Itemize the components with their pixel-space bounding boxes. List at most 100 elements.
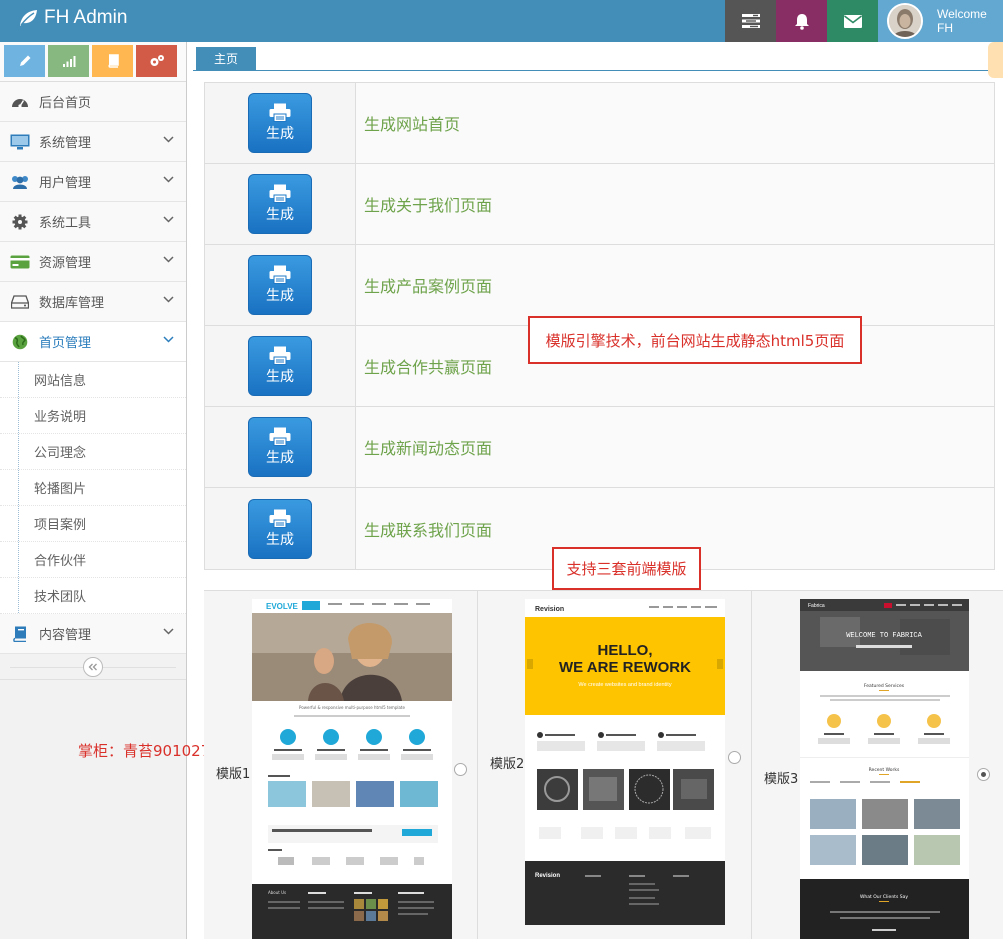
template-2-preview[interactable]: Revision HELLO, WE ARE REWORK We create … [525,599,725,925]
template-2-brand: Revision [535,606,564,613]
users-icon [10,172,30,192]
tab-home[interactable]: 主页 [196,47,256,70]
chevron-down-icon [163,216,174,223]
template-radio[interactable] [454,763,467,776]
menu-item-content[interactable]: 内容管理 [0,614,186,654]
submenu-item[interactable]: 轮播图片 [0,470,186,506]
homepage-submenu: 网站信息 业务说明 公司理念 轮播图片 项目案例 合作伙伴 技术团队 [0,362,186,614]
submenu-item[interactable]: 网站信息 [0,362,186,398]
brand-title: FH Admin [44,7,128,28]
submenu-item[interactable]: 技术团队 [0,578,186,614]
credit-card-icon [10,252,30,272]
template-chooser: 模版1 EVOLVE Powerful & responsive multi-p… [204,590,1003,939]
pencil-icon [19,55,30,66]
signal-icon [62,56,75,67]
shortcut-cogs-button[interactable] [136,45,177,77]
chevron-down-icon [163,176,174,183]
tasks-icon [741,14,760,28]
template-label: 模版1 [216,767,251,782]
table-row: 生成 生成关于我们页面 [205,164,994,245]
generate-row-label: 生成产品案例页面 [356,245,994,325]
chevron-down-icon [163,136,174,143]
submenu-item[interactable]: 合作伙伴 [0,542,186,578]
menu-item-dashboard[interactable]: 后台首页 [0,82,186,122]
generate-row-label: 生成网站首页 [356,83,994,163]
shortcut-book-button[interactable] [92,45,133,77]
top-navbar: FH Admin Welcome FH [0,0,1003,42]
template-3-section-2: Recent Works [869,767,900,773]
template-3-hero: WELCOME TO FABRICA [846,632,922,640]
template-radio[interactable] [728,751,741,764]
template-3-brand: Fabrica [808,603,825,609]
shortcut-signal-button[interactable] [48,45,89,77]
menu-item-tools[interactable]: 系统工具 [0,202,186,242]
welcome-text: Welcome [937,7,987,21]
template-3-section-3: What Our Clients Say [860,894,908,900]
chevron-down-icon [163,628,174,635]
menu-label: 用户管理 [39,176,92,191]
sidebar: 后台首页 系统管理 用户管理 系统工具 资源管理 数据库管理 首页管理 网站信息… [0,42,187,939]
leaf-icon [20,10,37,26]
template-1-brand: EVOLVE [266,602,299,611]
collapse-sidebar-button[interactable] [83,656,103,677]
menu-item-system[interactable]: 系统管理 [0,122,186,162]
generate-button-label: 生成 [266,369,294,385]
template-label: 模版3 [764,772,799,787]
template-option-3: 模版3 Fabrica WELCOME TO FABRICA Featured … [752,591,1003,939]
shortcuts-bar [0,42,186,82]
template-1-footer: About Us [268,890,286,895]
print-icon [269,103,291,122]
menu-label: 系统管理 [39,136,92,151]
generate-button[interactable]: 生成 [248,255,312,315]
generate-button[interactable]: 生成 [248,498,312,559]
template-2-subtitle: We create websites and brand identity [578,682,671,688]
template-3-preview[interactable]: Fabrica WELCOME TO FABRICA Featured Serv… [800,599,969,939]
envelope-icon [843,14,862,28]
user-menu[interactable]: Welcome FH [878,0,1003,42]
template-radio[interactable] [977,768,990,781]
submenu-item[interactable]: 公司理念 [0,434,186,470]
chevron-down-icon [163,336,174,343]
cogs-icon [150,55,164,66]
template-option-1: 模版1 EVOLVE Powerful & responsive multi-p… [204,591,478,939]
cog-icon [10,212,30,232]
template-2-footer-brand: Revision [535,873,560,879]
generate-button[interactable]: 生成 [248,417,312,477]
submenu-item[interactable]: 项目案例 [0,506,186,542]
book-icon [10,624,30,644]
chevron-down-icon [163,296,174,303]
print-icon [269,509,291,528]
double-chevron-left-icon [88,663,97,670]
messages-button[interactable] [827,0,878,42]
settings-edge-tab[interactable] [988,42,1003,78]
username: FH [937,21,953,35]
template-label: 模版2 [490,757,525,772]
sidebar-collapse-bar [0,654,186,680]
generate-button[interactable]: 生成 [248,174,312,234]
shortcut-edit-button[interactable] [4,45,45,77]
template-2-headline-1: HELLO, [598,642,653,659]
menu-item-users[interactable]: 用户管理 [0,162,186,202]
tasks-button[interactable] [725,0,776,42]
notifications-button[interactable] [776,0,827,42]
template-2-headline-2: WE ARE REWORK [559,659,691,676]
template-3-section-1: Featured Services [864,683,905,689]
menu-item-homepage[interactable]: 首页管理 [0,322,186,362]
avatar [887,3,923,39]
submenu-item[interactable]: 业务说明 [0,398,186,434]
hdd-icon [10,292,30,312]
annotation-templates: 支持三套前端模版 [552,547,701,590]
generate-button-label: 生成 [266,531,294,548]
table-row: 生成 生成产品案例页面 [205,245,994,326]
chevron-down-icon [163,256,174,263]
generate-button[interactable]: 生成 [248,336,312,396]
menu-item-database[interactable]: 数据库管理 [0,282,186,322]
annotation-engine: 模版引擎技术，前台网站生成静态html5页面 [528,316,862,364]
brand[interactable]: FH Admin [18,7,127,29]
menu-label: 数据库管理 [39,296,105,311]
template-1-preview[interactable]: EVOLVE Powerful & responsive multi-purpo… [252,599,452,939]
generate-button[interactable]: 生成 [248,93,312,153]
menu-item-resources[interactable]: 资源管理 [0,242,186,282]
generate-row-label: 生成新闻动态页面 [356,407,994,487]
print-icon [269,184,291,203]
